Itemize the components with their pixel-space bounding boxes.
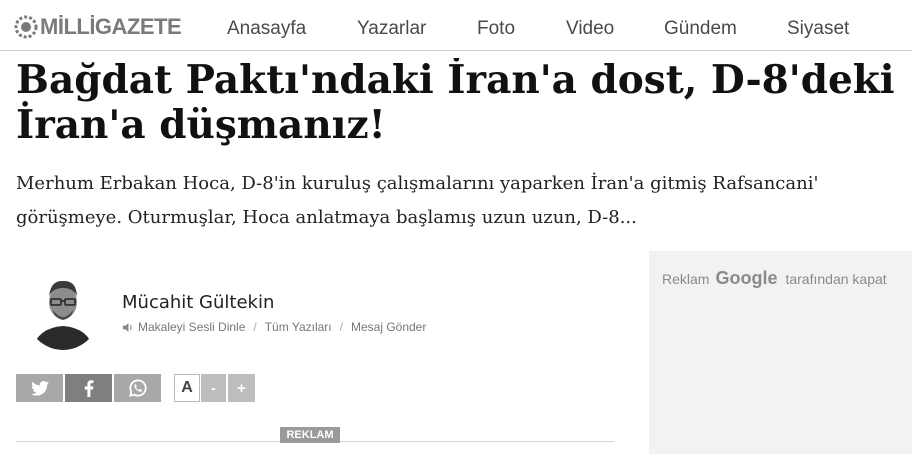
facebook-share-button[interactable] [65,374,112,402]
whatsapp-icon [128,379,147,397]
link-separator: / [253,320,257,334]
twitter-icon [30,380,49,396]
nav-item-yazarlar[interactable]: Yazarlar [357,18,426,40]
ad-container: Reklam Google tarafından kapat [649,251,912,454]
top-navigation-bar: MİLLİGAZETE Anasayfa Yazarlar Foto Video… [0,0,912,51]
nav-item-anasayfa[interactable]: Anasayfa [227,18,306,40]
speaker-icon [122,322,132,332]
ad-prefix: Reklam [662,271,710,287]
send-message-link[interactable]: Mesaj Gönder [351,320,426,334]
twitter-share-button[interactable] [16,374,63,402]
font-decrease-button[interactable]: - [201,374,226,402]
nav-item-siyaset[interactable]: Siyaset [787,18,849,40]
main-nav: Anasayfa Yazarlar Foto Video Gündem Siya… [0,18,912,46]
author-avatar[interactable] [26,268,100,352]
nav-item-foto[interactable]: Foto [477,18,515,40]
ad-closed-notice: Reklam Google tarafından kapat [662,268,887,289]
reklam-badge: REKLAM [280,427,340,443]
author-name[interactable]: Mücahit Gültekin [122,292,274,313]
all-posts-link[interactable]: Tüm Yazıları [265,320,332,334]
font-increase-button[interactable]: + [228,374,255,402]
headline-line-2: İran'a düşmanız! [16,102,386,148]
summary-line-2: görüşmeye. Oturmuşlar, Hoca anlatmaya ba… [16,207,637,228]
nav-item-video[interactable]: Video [566,18,614,40]
summary-line-1: Merhum Erbakan Hoca, D-8'in kuruluş çalı… [16,173,819,194]
article-headline: Bağdat Paktı'ndaki İran'a dost, D-8'deki… [16,58,906,148]
listen-article-link[interactable]: Makaleyi Sesli Dinle [138,320,245,334]
google-brand: Google [715,268,778,288]
author-links: Makaleyi Sesli Dinle / Tüm Yazıları / Me… [122,320,426,334]
headline-line-1: Bağdat Paktı'ndaki İran'a dost, D-8'deki [16,58,895,103]
nav-item-gundem[interactable]: Gündem [664,18,737,40]
whatsapp-share-button[interactable] [114,374,161,402]
article-summary: Merhum Erbakan Hoca, D-8'in kuruluş çalı… [16,167,912,235]
link-separator: / [339,320,343,334]
font-size-reset-button[interactable]: A [174,374,200,402]
facebook-icon [84,379,93,397]
ad-suffix: tarafından kapat [785,271,887,287]
